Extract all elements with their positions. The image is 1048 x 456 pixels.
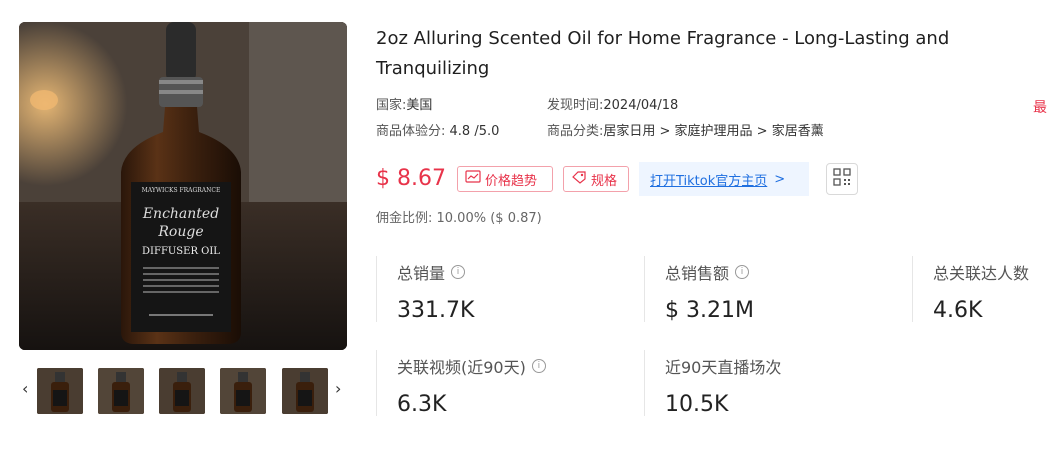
bottle-label-brand: MAYWICKS FRAGRANCE [142,187,221,194]
info-icon[interactable]: i [735,265,750,279]
spec-label: 规格 [591,173,618,189]
thumbnail-3[interactable] [159,368,205,414]
qr-code-button[interactable] [826,163,858,195]
truncated-badge: 最 [1033,100,1047,116]
thumbnail-2[interactable] [98,368,144,414]
category-value: 居家日用 > 家庭护理用品 > 家居香薰 [603,124,824,139]
stat-divider-2 [644,256,645,322]
videos-label: 关联视频(近90天) [397,358,526,377]
open-tiktok-homepage-button[interactable]: 打开Tiktok官方主页 > [639,162,809,196]
stat-total-creators: 总关联达人数 4.6K [933,260,1029,323]
live-sessions-value: 10.5K [665,392,729,417]
found-time-value: 2024/04/18 [603,98,679,113]
stat-total-sales: 总销量 i 331.7K [397,260,474,323]
product-main-image[interactable]: MAYWICKS FRAGRANCE Enchanted Rouge DIFFU… [19,22,347,350]
price-trend-button[interactable]: 价格趋势 [457,166,553,192]
bottle-label-type: DIFFUSER OIL [142,246,220,257]
stat-divider-1 [376,256,377,322]
prev-arrow-icon[interactable]: ‹ [22,379,28,398]
total-creators-label: 总关联达人数 [933,264,1030,283]
live-sessions-label: 近90天直播场次 [665,358,782,377]
stat-divider-5 [644,350,645,416]
total-sales-label: 总销量 [397,264,446,283]
bottle-label-name1: Enchanted [142,206,219,222]
qr-code-icon [833,168,851,190]
country-info: 国家:美国 [376,97,432,115]
chevron-right-icon: > [774,171,786,187]
tag-icon [571,170,587,188]
trend-chart-icon [465,170,481,188]
open-tiktok-label: 打开Tiktok官方主页 [650,173,768,189]
experience-score-info: 商品体验分: 4.8 /5.0 [376,123,499,141]
stat-divider-4 [376,350,377,416]
thumbnail-4[interactable] [220,368,266,414]
experience-score-value: 4.8 /5.0 [449,124,500,139]
price-trend-label: 价格趋势 [485,173,538,189]
info-icon[interactable]: i [451,265,466,279]
next-arrow-icon[interactable]: › [335,379,341,398]
stat-videos: 关联视频(近90天) i 6.3K [397,354,546,417]
info-icon[interactable]: i [531,359,546,373]
total-revenue-label: 总销售额 [665,264,730,283]
product-title: 2oz Alluring Scented Oil for Home Fragra… [376,28,950,79]
total-sales-value: 331.7K [397,298,475,323]
product-photo-illustration: MAYWICKS FRAGRANCE Enchanted Rouge DIFFU… [19,22,347,350]
stat-total-revenue: 总销售额 i $ 3.21M [665,260,754,323]
bottle-label-name2: Rouge [157,224,203,240]
stat-live-sessions: 近90天直播场次 10.5K [665,354,781,417]
total-creators-value: 4.6K [933,298,983,323]
category-info: 商品分类:居家日用 > 家庭护理用品 > 家居香薰 [547,123,824,141]
product-price: $ 8.67 [376,166,446,191]
found-time-info: 发现时间:2024/04/18 [547,97,678,115]
country-label: 国家: [376,98,407,113]
videos-value: 6.3K [397,392,447,417]
thumbnail-5[interactable] [282,368,328,414]
commission-rate: 佣金比例: 10.00% ($ 0.87) [376,211,542,226]
experience-score-label: 商品体验分: [376,124,446,139]
total-revenue-value: $ 3.21M [665,298,754,323]
category-label: 商品分类: [547,124,604,139]
thumbnail-1[interactable] [37,368,83,414]
stat-divider-3 [912,256,913,322]
spec-button[interactable]: 规格 [563,166,629,192]
thumbnail-strip: ‹ › [18,366,350,416]
found-time-label: 发现时间: [547,98,604,113]
country-value: 美国 [406,98,433,113]
